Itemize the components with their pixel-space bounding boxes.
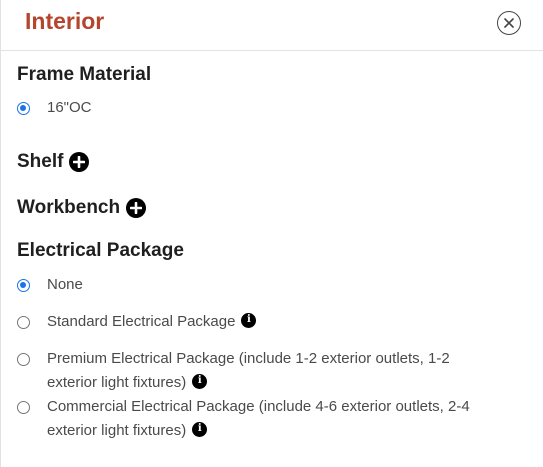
option-label-wrap: Standard Electrical Package i [47, 310, 492, 334]
shelf-heading: Shelf [17, 151, 90, 173]
add-workbench-button[interactable] [126, 198, 147, 218]
electrical-option-commercial[interactable]: Commercial Electrical Package (include 4… [17, 395, 492, 443]
panel-header: Interior [1, 0, 543, 51]
info-icon[interactable]: i [192, 421, 208, 437]
plus-icon [73, 156, 86, 168]
option-label-wrap: Commercial Electrical Package (include 4… [47, 395, 492, 443]
electrical-option-none[interactable]: None [17, 273, 492, 297]
electrical-option-standard[interactable]: Standard Electrical Package i [17, 310, 492, 334]
info-icon[interactable]: i [192, 373, 208, 389]
option-label: Standard Electrical Package [47, 313, 236, 330]
plus-icon [130, 202, 143, 214]
add-shelf-button[interactable] [69, 152, 90, 172]
close-icon [504, 18, 514, 28]
option-label: None [47, 276, 83, 293]
frame-material-title: Frame Material [17, 64, 152, 85]
info-icon[interactable]: i [241, 312, 257, 328]
radio-standard[interactable] [17, 316, 30, 329]
radio-none[interactable] [17, 279, 30, 292]
option-label: 16"OC [47, 99, 92, 116]
workbench-title: Workbench [17, 197, 121, 218]
interior-panel: Interior Frame Material 16"OC Shelf Work… [0, 0, 543, 467]
option-label: Commercial Electrical Package (include 4… [47, 398, 470, 439]
shelf-title: Shelf [17, 151, 64, 172]
electrical-option-premium[interactable]: Premium Electrical Package (include 1-2 … [17, 347, 492, 395]
option-label-wrap: Premium Electrical Package (include 1-2 … [47, 347, 492, 395]
option-label: Premium Electrical Package (include 1-2 … [47, 350, 450, 391]
radio-16oc[interactable] [17, 102, 30, 115]
electrical-package-title: Electrical Package [17, 240, 184, 261]
frame-material-heading: Frame Material [17, 64, 151, 86]
radio-premium[interactable] [17, 353, 30, 366]
electrical-package-heading: Electrical Package [17, 240, 184, 262]
panel-title: Interior [25, 8, 105, 34]
radio-commercial[interactable] [17, 401, 30, 414]
frame-material-option-16oc[interactable]: 16"OC [17, 96, 492, 120]
close-button[interactable] [497, 11, 521, 35]
workbench-heading: Workbench [17, 197, 147, 219]
